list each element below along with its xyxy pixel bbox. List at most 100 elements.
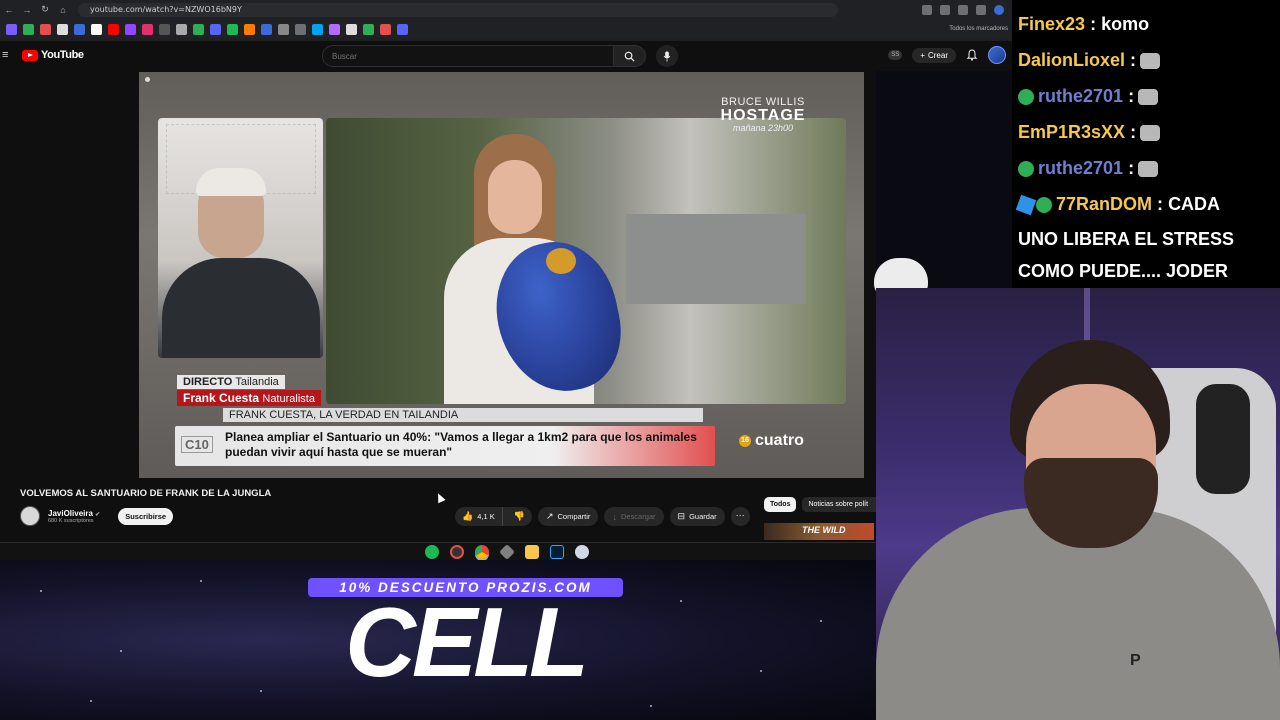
bookmark-icon[interactable] [363, 23, 374, 35]
download-button[interactable]: ↓ Descargar [604, 507, 664, 526]
cat-emote-icon [1138, 161, 1159, 178]
extension-icon[interactable] [922, 4, 932, 15]
chat-message-continuation: UNO LIBERA EL STRESS COMO PUEDE.... JODE… [1018, 223, 1272, 287]
thumbs-down-icon: 👎 [513, 511, 525, 521]
create-button[interactable]: + Crear [912, 47, 956, 63]
star [120, 650, 122, 652]
chat-separator: : [1157, 194, 1164, 214]
bookmark-icon[interactable] [23, 23, 34, 35]
extension-icon[interactable] [940, 4, 950, 15]
macaw-neck [546, 248, 576, 274]
bookmark-icon[interactable] [40, 23, 51, 35]
save-button[interactable]: ⊟ Guardar [669, 507, 725, 526]
chat-username: DalionLioxel [1018, 50, 1126, 70]
ss-chip[interactable]: SS [888, 50, 903, 60]
person-role: Naturalista [262, 393, 315, 405]
video-player[interactable]: BRUCE WILLIS HOSTAGE mañana 23h00 DIRECT… [139, 72, 864, 478]
bookmark-icon[interactable] [176, 23, 187, 35]
star [90, 700, 92, 702]
extension-icon[interactable] [976, 4, 986, 15]
chat-message: DalionLioxel : [1018, 50, 1161, 71]
chip-all[interactable]: Todos [764, 497, 797, 512]
chat-text: komo [1101, 14, 1150, 34]
profile-icon[interactable] [994, 4, 1004, 15]
taskbar-icons [425, 544, 589, 560]
extension-icon[interactable] [958, 4, 968, 15]
recommended-thumbnail[interactable]: THE WILD [764, 523, 874, 540]
bookmark-icon[interactable] [244, 23, 255, 35]
search-button[interactable] [614, 45, 646, 67]
screen: ← → ↻ ⌂ youtube.com/watch?v=NZWO16bN9Y T… [0, 0, 1280, 720]
parrot-scene [326, 118, 846, 404]
channel-name[interactable]: JaviOliveira ✔ [48, 509, 100, 518]
bookmark-icon[interactable] [380, 23, 391, 35]
bookmark-icon: ⊟ [677, 511, 686, 521]
taskbar-app-icon[interactable] [450, 545, 464, 559]
star [680, 600, 682, 602]
more-actions-button[interactable]: ··· [730, 507, 750, 526]
photoshop-icon[interactable] [550, 545, 564, 559]
all-bookmarks-folder[interactable]: Todos los marcadores [949, 26, 1012, 32]
bookmark-icon[interactable] [278, 23, 289, 35]
news-lower-third: DIRECTO Tailandia Frank Cuesta Naturalis… [139, 372, 864, 478]
taskbar-app-icon[interactable] [425, 545, 439, 559]
search-icon [624, 51, 635, 62]
network-logo: 16 cuatro [739, 432, 804, 450]
header-actions: SS + Crear [888, 46, 1006, 64]
chat-username: 77RanDOM [1056, 194, 1153, 214]
bell-icon[interactable] [966, 49, 978, 61]
create-label: Crear [927, 50, 948, 60]
bookmark-icon[interactable] [57, 23, 68, 35]
share-button[interactable]: ↗ Compartir [537, 507, 599, 526]
channel-avatar[interactable] [20, 506, 40, 526]
youtube-play-icon [22, 49, 38, 61]
bookmark-icon[interactable] [6, 23, 17, 35]
like-count: 4,1 K [477, 512, 495, 521]
background-light [1084, 288, 1090, 348]
like-button[interactable]: 👍 4,1 K [455, 507, 503, 526]
channel-info: JaviOliveira ✔ 680 K suscriptores [48, 509, 100, 524]
scene-wall [626, 214, 806, 304]
chat-username: Finex23 [1018, 14, 1086, 34]
dislike-button[interactable]: 👎 [507, 507, 532, 526]
reload-icon[interactable]: ↻ [36, 0, 54, 19]
bookmark-icon[interactable] [193, 23, 204, 35]
bookmark-icon[interactable] [346, 23, 357, 35]
bookmark-icon[interactable] [91, 23, 102, 35]
home-icon[interactable]: ⌂ [54, 0, 72, 19]
chat-text: CADA [1168, 194, 1221, 214]
like-dislike-group: 👍 4,1 K 👎 [455, 507, 532, 526]
bookmark-icon[interactable] [295, 23, 306, 35]
headline-box: C10 Planea ampliar el Santuario un 40%: … [175, 426, 715, 466]
account-avatar[interactable] [988, 46, 1006, 64]
bookmark-icon[interactable] [74, 23, 85, 35]
folder-icon[interactable] [525, 545, 539, 559]
bookmark-icon[interactable] [312, 23, 323, 35]
bookmark-icon[interactable] [227, 23, 238, 35]
bookmark-icon[interactable] [261, 23, 272, 35]
hoodie-logo-icon: P [1130, 652, 1141, 669]
bookmark-icon[interactable] [125, 23, 136, 35]
chrome-icon[interactable] [475, 545, 489, 559]
person-name: Frank Cuesta [183, 391, 260, 405]
bookmark-icon[interactable] [397, 23, 408, 35]
bookmark-icon[interactable] [108, 23, 119, 35]
forward-icon[interactable]: → [18, 0, 36, 19]
bookmark-icon[interactable] [159, 23, 170, 35]
bookmark-icon[interactable] [329, 23, 340, 35]
search-input[interactable] [323, 46, 583, 67]
address-bar[interactable]: youtube.com/watch?v=NZWO16bN9Y [78, 2, 838, 17]
bookmark-icon[interactable] [210, 23, 221, 35]
taskbar-app-icon[interactable] [575, 545, 589, 559]
bookmark-icon[interactable] [142, 23, 153, 35]
chat-separator: : [1130, 122, 1137, 142]
star [260, 690, 262, 692]
menu-icon[interactable]: ≡ [2, 49, 8, 61]
taskbar-app-icon[interactable] [499, 544, 515, 560]
man-cap [196, 168, 266, 196]
subscribe-button[interactable]: Suscribirse [118, 507, 174, 525]
back-icon[interactable]: ← [0, 0, 18, 19]
youtube-logo[interactable]: YouTube [22, 49, 84, 61]
voice-search-button[interactable] [656, 45, 678, 67]
age-rating-badge: 16 [739, 434, 751, 447]
